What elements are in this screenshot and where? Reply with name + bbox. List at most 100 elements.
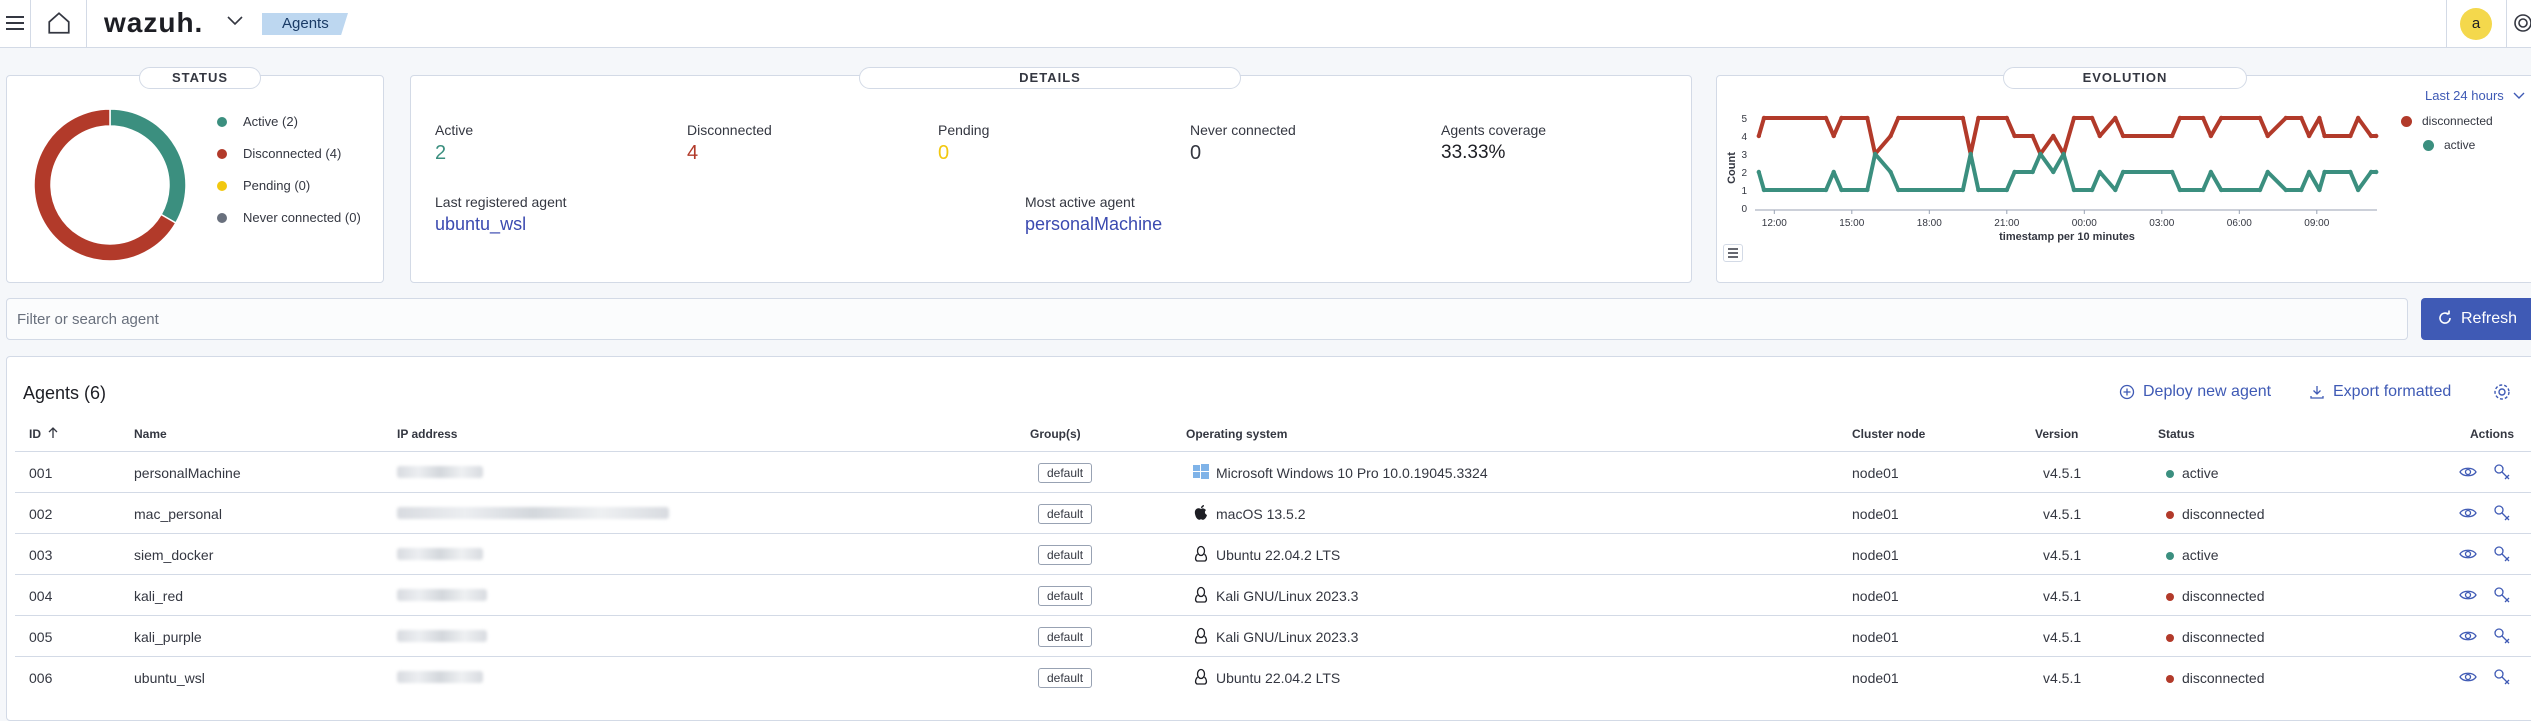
data-point-disconnected[interactable]	[1896, 115, 1901, 121]
data-point-active[interactable]	[1823, 187, 1829, 193]
data-point-disconnected[interactable]	[2306, 133, 2312, 139]
series-line-disconnected[interactable]	[1756, 116, 2377, 156]
chevron-down-icon[interactable]	[226, 14, 244, 28]
data-point-disconnected[interactable]	[2030, 133, 2035, 139]
data-point-disconnected[interactable]	[2169, 133, 2175, 139]
configure-wrench-icon[interactable]	[2493, 586, 2511, 604]
data-point-disconnected[interactable]	[2120, 133, 2126, 139]
data-point-active[interactable]	[1839, 187, 1844, 193]
data-point-disconnected[interactable]	[2322, 133, 2327, 139]
deploy-new-agent-button[interactable]: Deploy new agent	[2119, 383, 2271, 401]
data-point-disconnected[interactable]	[2177, 115, 2183, 121]
table-row[interactable]: 006 ubuntu_wsl default Ubuntu 22.04.2 LTS no…	[15, 656, 2531, 697]
legend-disconnected[interactable]: Disconnected (4)	[217, 146, 341, 161]
table-row[interactable]: 001 personalMachine default Microsoft Windo…	[15, 451, 2531, 492]
column-header-name[interactable]: Name	[134, 427, 167, 441]
data-point-active[interactable]	[1960, 187, 1966, 193]
agent-name[interactable]: mac_personal	[134, 506, 222, 522]
menu-icon[interactable]	[4, 12, 26, 34]
view-eye-icon[interactable]	[2459, 670, 2477, 684]
data-point-active[interactable]	[2283, 187, 2289, 193]
table-settings-gear-icon[interactable]	[2493, 383, 2511, 401]
data-point-active[interactable]	[2097, 169, 2103, 175]
data-point-active[interactable]	[1831, 169, 1836, 175]
legend-disconnected[interactable]: disconnected	[2401, 114, 2493, 128]
wazuh-logo[interactable]: wazuh.	[104, 7, 203, 39]
data-point-active[interactable]	[2257, 187, 2263, 193]
data-point-active[interactable]	[1872, 151, 1878, 157]
series-line-active[interactable]	[1756, 152, 2377, 192]
data-point-disconnected[interactable]	[1976, 115, 1981, 121]
data-point-active[interactable]	[2004, 187, 2010, 193]
data-point-active[interactable]	[2374, 169, 2379, 175]
data-point-disconnected[interactable]	[2299, 115, 2304, 121]
search-input[interactable]: Filter or search agent	[6, 298, 2408, 340]
data-point-disconnected[interactable]	[2097, 133, 2103, 139]
data-point-disconnected[interactable]	[2004, 115, 2010, 121]
data-point-disconnected[interactable]	[2348, 133, 2353, 139]
data-point-disconnected[interactable]	[1823, 115, 1829, 121]
data-point-active[interactable]	[2071, 187, 2077, 193]
data-point-disconnected[interactable]	[1960, 115, 1966, 121]
data-point-active[interactable]	[1865, 187, 1870, 193]
data-point-disconnected[interactable]	[2265, 133, 2270, 139]
column-header-groups[interactable]: Group(s)	[1030, 427, 1081, 441]
data-point-disconnected[interactable]	[2012, 133, 2017, 139]
refresh-button[interactable]: Refresh	[2421, 298, 2531, 340]
data-point-active[interactable]	[2012, 169, 2017, 175]
data-point-active[interactable]	[2113, 187, 2118, 193]
data-point-disconnected[interactable]	[2368, 133, 2374, 139]
legend-active[interactable]: active	[2423, 138, 2475, 152]
data-point-disconnected[interactable]	[2200, 115, 2206, 121]
column-header-os[interactable]: Operating system	[1186, 427, 1287, 441]
data-point-active[interactable]	[2030, 169, 2035, 175]
data-point-active[interactable]	[2219, 187, 2224, 193]
agent-name[interactable]: siem_docker	[134, 547, 213, 563]
agent-name[interactable]: kali_purple	[134, 629, 202, 645]
data-point-disconnected[interactable]	[1839, 115, 1844, 121]
data-point-disconnected[interactable]	[1888, 133, 1893, 139]
data-point-active[interactable]	[2089, 187, 2095, 193]
column-header-cluster-node[interactable]: Cluster node	[1852, 427, 1925, 441]
data-point-active[interactable]	[2317, 187, 2322, 193]
configure-wrench-icon[interactable]	[2493, 668, 2511, 686]
view-eye-icon[interactable]	[2459, 588, 2477, 602]
data-point-disconnected[interactable]	[2317, 115, 2322, 121]
data-point-disconnected[interactable]	[2208, 133, 2214, 139]
configure-wrench-icon[interactable]	[2493, 627, 2511, 645]
view-eye-icon[interactable]	[2459, 629, 2477, 643]
configure-wrench-icon[interactable]	[2493, 545, 2511, 563]
table-row[interactable]: 002 mac_personal default macOS 13.5.2 node01…	[15, 492, 2531, 533]
group-badge[interactable]: default	[1038, 504, 1093, 524]
data-point-active[interactable]	[2169, 169, 2175, 175]
avatar[interactable]: a	[2460, 8, 2492, 40]
data-point-active[interactable]	[1756, 169, 1762, 175]
data-point-disconnected[interactable]	[1831, 133, 1836, 139]
view-eye-icon[interactable]	[2459, 547, 2477, 561]
data-point-active[interactable]	[1888, 169, 1893, 175]
data-point-active[interactable]	[2265, 169, 2270, 175]
data-point-active[interactable]	[2038, 151, 2043, 157]
view-eye-icon[interactable]	[2459, 465, 2477, 479]
table-row[interactable]: 003 siem_docker default Ubuntu 22.04.2 LTS n…	[15, 533, 2531, 574]
list-toggle-icon[interactable]	[1723, 244, 1743, 262]
data-point-disconnected[interactable]	[1865, 115, 1870, 121]
legend-pending[interactable]: Pending (0)	[217, 178, 310, 193]
data-point-active[interactable]	[1976, 187, 1981, 193]
data-point-disconnected[interactable]	[2219, 115, 2224, 121]
never-connected-count[interactable]: 0	[1190, 142, 1201, 165]
configure-wrench-icon[interactable]	[2493, 463, 2511, 481]
group-badge[interactable]: default	[1038, 545, 1093, 565]
agent-name[interactable]: personalMachine	[134, 465, 241, 481]
configure-wrench-icon[interactable]	[2493, 504, 2511, 522]
data-point-active[interactable]	[2051, 169, 2056, 175]
column-header-status[interactable]: Status	[2158, 427, 2195, 441]
column-header-ip[interactable]: IP address	[397, 427, 457, 441]
data-point-disconnected[interactable]	[2089, 115, 2095, 121]
data-point-active[interactable]	[2177, 187, 2183, 193]
export-formatted-button[interactable]: Export formatted	[2309, 383, 2451, 401]
data-point-disconnected[interactable]	[2355, 115, 2361, 121]
table-row[interactable]: 004 kali_red default Kali GNU/Linux 2023.3 n…	[15, 574, 2531, 615]
data-point-active[interactable]	[1968, 151, 1973, 157]
data-point-disconnected[interactable]	[1761, 115, 1767, 121]
